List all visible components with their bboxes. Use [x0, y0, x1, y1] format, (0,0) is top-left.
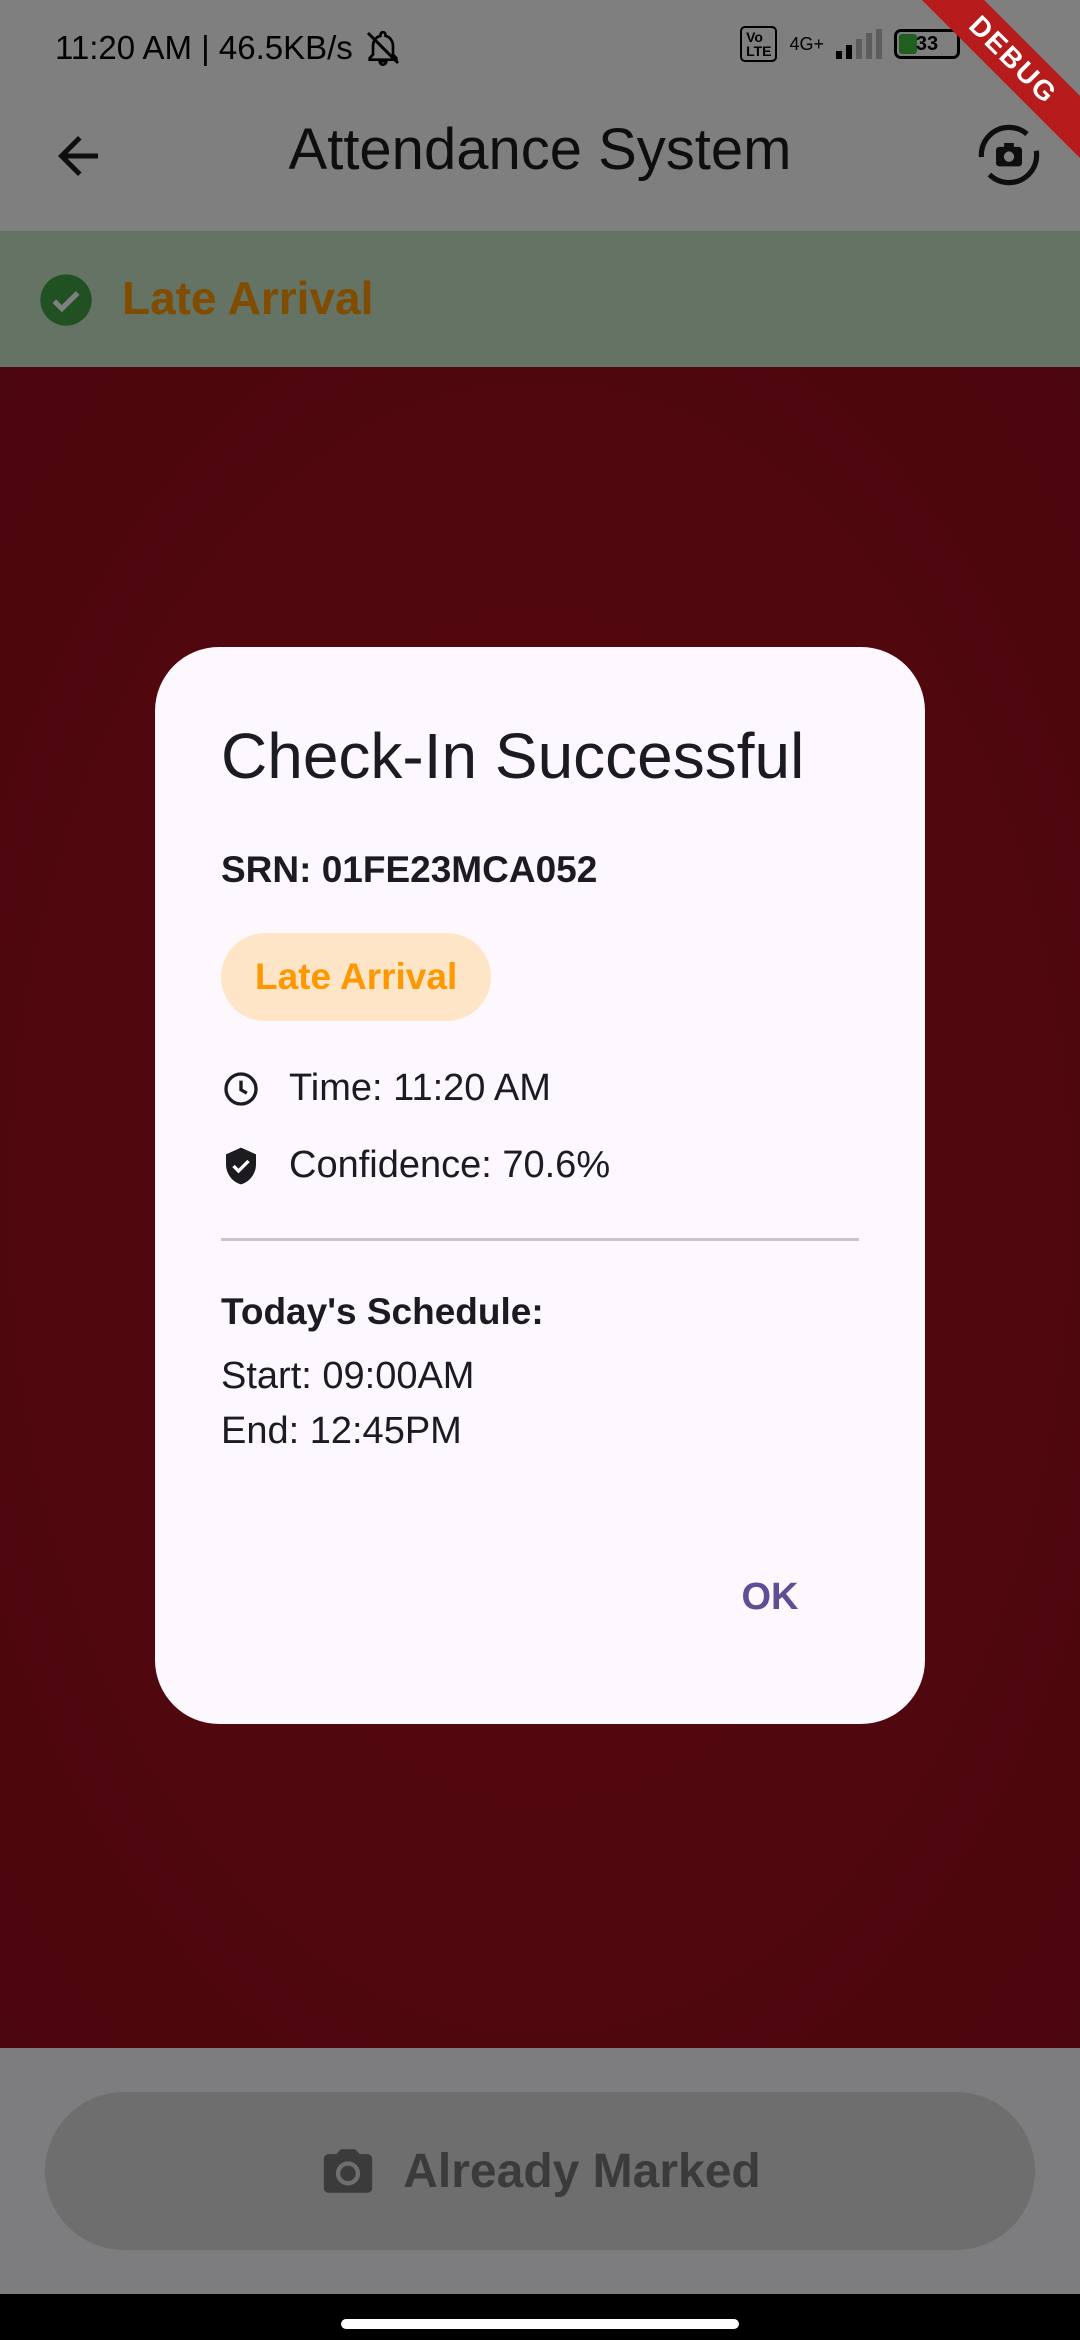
confidence-text: Confidence: 70.6% — [289, 1144, 611, 1186]
schedule-heading: Today's Schedule: — [221, 1291, 544, 1332]
time-text: Time: 11:20 AM — [289, 1067, 551, 1109]
schedule-start: Start: 09:00AM — [221, 1355, 475, 1397]
status-chip-label: Late Arrival — [255, 956, 458, 997]
verified-shield-icon — [226, 1147, 256, 1184]
home-handle[interactable] — [341, 2319, 739, 2329]
confidence-row: Confidence: 70.6% — [221, 1144, 610, 1187]
srn-text: SRN: 01FE23MCA052 — [221, 849, 598, 890]
system-nav-bar — [0, 2294, 1080, 2340]
dialog-divider — [221, 1238, 859, 1241]
status-chip: Late Arrival — [221, 933, 492, 1021]
dialog-title: Check-In Successful — [221, 720, 805, 792]
check-in-dialog: Check-In Successful SRN: 01FE23MCA052 La… — [155, 647, 925, 1724]
schedule-end: End: 12:45PM — [221, 1410, 462, 1452]
clock-icon — [224, 1071, 258, 1106]
time-row: Time: 11:20 AM — [221, 1067, 551, 1110]
ok-button[interactable]: OK — [715, 1557, 825, 1637]
